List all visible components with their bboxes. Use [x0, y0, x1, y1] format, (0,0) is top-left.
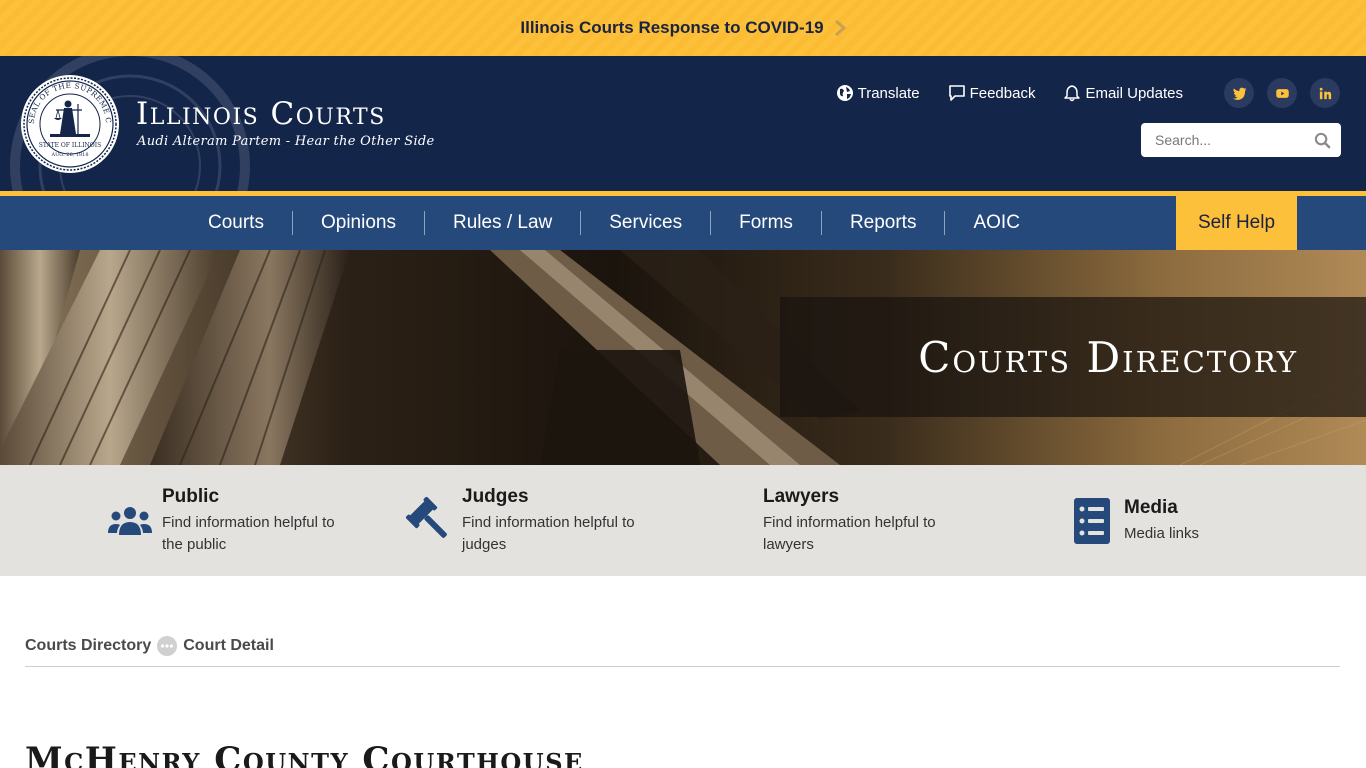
breadcrumb-court-detail: Court Detail [183, 637, 274, 654]
audience-public[interactable]: Public Find information helpful to the p… [106, 465, 352, 576]
breadcrumb: Courts Directory Court Detail [25, 636, 274, 656]
audience-public-title: Public [162, 485, 220, 507]
chat-bubble-icon [948, 85, 965, 101]
audience-media[interactable]: Media Media links [1068, 465, 1314, 576]
audience-public-desc: Find information helpful to the public [162, 513, 335, 553]
chevron-right-icon [834, 20, 846, 36]
nav-item-reports[interactable]: Reports [822, 211, 946, 235]
audience-lawyers-title: Lawyers [763, 485, 840, 507]
nav-item-services[interactable]: Services [581, 211, 712, 235]
seal-state-text: STATE OF ILLINOIS [39, 142, 101, 149]
nav-item-aoic[interactable]: AOIC [945, 211, 1047, 235]
self-help-button[interactable]: Self Help [1176, 196, 1297, 250]
audience-media-desc: Media links [1124, 524, 1200, 542]
audience-lawyers-desc: Find information helpful to lawyers [763, 513, 936, 553]
nav-item-rules-law[interactable]: Rules / Law [425, 211, 582, 235]
hero-title-box: Courts Directory [780, 297, 1366, 417]
audience-lawyers[interactable]: Lawyers Find information helpful to lawy… [763, 465, 953, 576]
twitter-icon [1232, 87, 1246, 100]
search-icon[interactable] [1314, 132, 1331, 149]
youtube-button[interactable] [1267, 78, 1297, 108]
covid-alert-bar: Illinois Courts Response to COVID-19 [0, 0, 1366, 56]
main-nav: Courts Opinions Rules / Law Services For… [0, 196, 1366, 250]
translate-label: Translate [857, 84, 920, 102]
feedback-link[interactable]: Feedback [948, 84, 1036, 102]
linkedin-button[interactable] [1310, 78, 1340, 108]
linkedin-icon [1319, 87, 1331, 99]
list-document-icon [1074, 497, 1110, 544]
search-box [1141, 123, 1341, 157]
translate-link[interactable]: Translate [836, 84, 920, 102]
email-updates-link[interactable]: Email Updates [1063, 84, 1183, 102]
email-updates-label: Email Updates [1085, 84, 1183, 102]
page-title: McHenry County Courthouse [25, 740, 584, 768]
site-title[interactable]: Illinois Courts [136, 96, 386, 132]
breadcrumb-divider [25, 666, 1340, 667]
utility-links: Translate Feedback Email Updates [836, 78, 1340, 108]
nav-item-opinions[interactable]: Opinions [293, 211, 425, 235]
audience-media-title: Media [1124, 496, 1178, 518]
hero-banner: Courts Directory [0, 250, 1366, 465]
people-group-icon [108, 506, 152, 535]
gavel-icon [406, 496, 447, 538]
youtube-icon [1275, 88, 1289, 98]
bell-icon [1064, 85, 1081, 102]
nav-item-courts[interactable]: Courts [180, 211, 293, 235]
covid-response-label: Illinois Courts Response to COVID-19 [520, 18, 824, 37]
globe-icon [836, 85, 853, 101]
site-motto: Audi Alteram Partem - Hear the Other Sid… [137, 134, 435, 149]
seal-date-text: AUG. 26, 1818 [50, 152, 88, 158]
audience-judges-desc: Find information helpful to judges [462, 513, 635, 553]
search-input[interactable] [1155, 132, 1314, 148]
site-header: SEAL OF THE SUPREME COURT STATE OF ILLIN… [0, 56, 1366, 191]
feedback-label: Feedback [969, 84, 1036, 102]
supreme-court-seal-logo[interactable]: SEAL OF THE SUPREME COURT STATE OF ILLIN… [20, 74, 120, 174]
audience-judges-title: Judges [462, 485, 529, 507]
hero-title: Courts Directory [918, 332, 1298, 382]
ellipsis-separator-icon [157, 636, 178, 656]
breadcrumb-courts-directory[interactable]: Courts Directory [25, 637, 151, 655]
twitter-button[interactable] [1224, 78, 1254, 108]
audience-links: Public Find information helpful to the p… [0, 465, 1366, 576]
covid-response-link[interactable]: Illinois Courts Response to COVID-19 [520, 18, 846, 38]
nav-item-forms[interactable]: Forms [711, 211, 822, 235]
audience-judges[interactable]: Judges Find information helpful to judge… [406, 465, 652, 576]
